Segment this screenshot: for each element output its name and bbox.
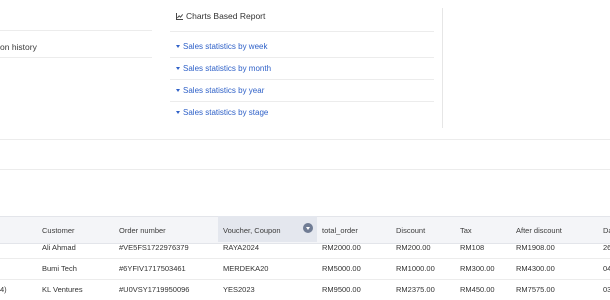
cell-tax: RM108 — [460, 243, 485, 252]
report-link-label: Sales statistics by month — [183, 64, 272, 73]
cell-order-number: #6YFIV1717503461 — [119, 264, 186, 273]
row-divider — [0, 258, 610, 259]
caret-down-icon — [176, 67, 180, 70]
column-header-discount[interactable]: Discount — [396, 221, 425, 241]
cell-date: 26 — [603, 243, 610, 252]
section-divider — [0, 139, 610, 140]
caret-down-icon — [176, 45, 180, 48]
cell-discount: RM1000.00 — [396, 264, 435, 273]
column-header-customer[interactable]: Customer — [42, 221, 75, 241]
cell-voucher: MERDEKA20 — [223, 264, 269, 273]
divider — [0, 30, 152, 31]
section-divider — [0, 169, 610, 170]
cell-date: 04 — [603, 264, 610, 273]
divider — [170, 57, 434, 58]
report-link-week[interactable]: Sales statistics by week — [176, 42, 267, 51]
report-link-year[interactable]: Sales statistics by year — [176, 86, 264, 95]
column-header-order-number[interactable]: Order number — [119, 221, 166, 241]
cell-voucher: YES2023 — [223, 285, 255, 294]
divider — [170, 79, 434, 80]
history-link[interactable]: on history — [0, 42, 37, 52]
cell-lead: 4) — [0, 285, 7, 294]
column-header-tax[interactable]: Tax — [460, 221, 472, 241]
report-link-label: Sales statistics by year — [183, 86, 265, 95]
report-link-label: Sales statistics by week — [183, 42, 268, 51]
column-header-total-order[interactable]: total_order — [322, 221, 358, 241]
divider — [170, 101, 434, 102]
cell-tax: RM300.00 — [460, 264, 495, 273]
charts-report-label: Charts Based Report — [186, 11, 266, 21]
cell-tax: RM450.00 — [460, 285, 495, 294]
cell-after-discount: RM4300.00 — [516, 264, 555, 273]
cell-discount: RM2375.00 — [396, 285, 435, 294]
cell-voucher: RAYA2024 — [223, 243, 259, 252]
divider — [0, 57, 152, 58]
column-header-date[interactable]: Da — [603, 221, 610, 241]
cell-discount: RM200.00 — [396, 243, 431, 252]
cell-customer: Ali Ahmad — [42, 243, 76, 252]
cell-order-number: #VE5FS1722976379 — [119, 243, 189, 252]
cell-customer: KL Ventures — [42, 285, 83, 294]
cell-customer: Bumi Tech — [42, 264, 77, 273]
cell-date: 03 — [603, 285, 610, 294]
panel-divider — [442, 8, 443, 128]
report-link-label: Sales statistics by stage — [183, 108, 269, 117]
row-divider — [0, 279, 610, 280]
report-link-month[interactable]: Sales statistics by month — [176, 64, 271, 73]
cell-after-discount: RM1908.00 — [516, 243, 555, 252]
caret-down-icon — [176, 111, 180, 114]
cell-order-number: #U0VSY1719950096 — [119, 285, 190, 294]
sort-dropdown-icon[interactable] — [303, 223, 313, 233]
cell-total-order: RM9500.00 — [322, 285, 361, 294]
cell-total-order: RM2000.00 — [322, 243, 361, 252]
column-header-voucher[interactable]: Voucher, Coupon — [223, 221, 281, 241]
column-header-after-discount[interactable]: After discount — [516, 221, 562, 241]
charts-report-title: Charts Based Report — [176, 11, 265, 21]
caret-down-icon — [176, 89, 180, 92]
cell-total-order: RM5000.00 — [322, 264, 361, 273]
report-link-stage[interactable]: Sales statistics by stage — [176, 108, 268, 117]
divider — [170, 31, 434, 32]
chart-icon — [176, 12, 183, 20]
cell-after-discount: RM7575.00 — [516, 285, 555, 294]
